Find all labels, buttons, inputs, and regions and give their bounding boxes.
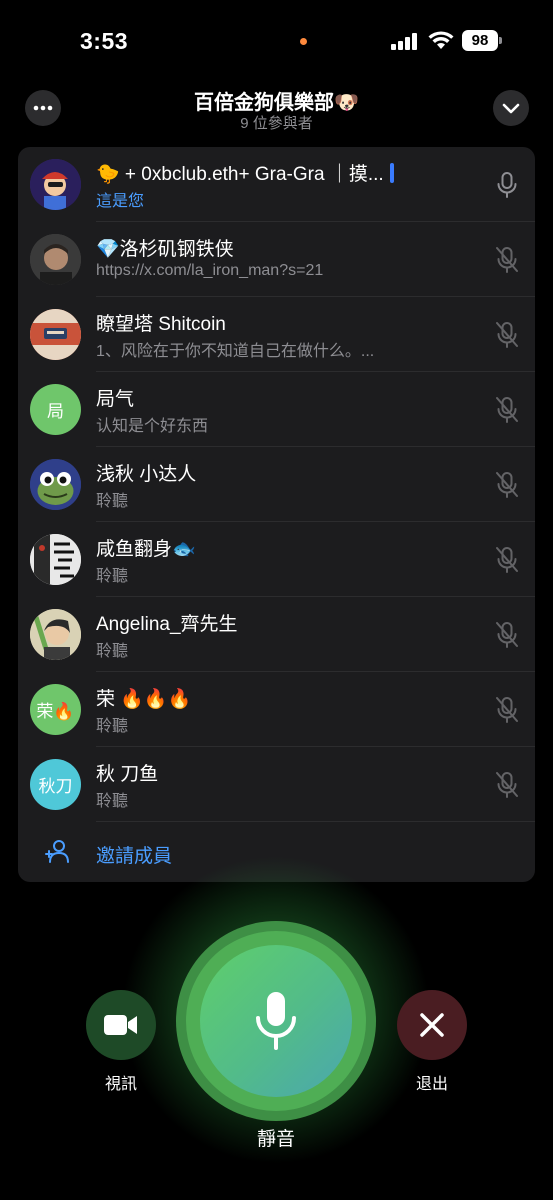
close-icon — [420, 1013, 444, 1037]
avatar-image-icon — [30, 234, 81, 285]
participants-panel: 🐤 + 0xbclub.eth+ Gra-Gra ｜摸... 這是您 💎洛杉矶钢… — [18, 147, 535, 882]
participant-name: 局气 — [96, 389, 135, 410]
avatar-initials: 荣🔥 — [36, 702, 75, 721]
microphone-muted-icon[interactable] — [494, 396, 520, 424]
avatar — [30, 609, 81, 660]
participant-name: 荣 🔥🔥🔥 — [96, 689, 192, 710]
video-camera-icon — [104, 1015, 137, 1035]
participant-status: 聆聽 — [96, 568, 129, 585]
participant-row[interactable]: 🐤 + 0xbclub.eth+ Gra-Gra ｜摸... 這是您 — [18, 147, 535, 222]
participant-row[interactable]: Angelina_齊先生 聆聽 — [18, 597, 535, 672]
participant-status: 這是您 — [96, 193, 145, 210]
avatar — [30, 159, 81, 210]
group-title: 百倍金狗俱樂部🐶 — [194, 92, 359, 114]
participant-row[interactable]: 💎洛杉矶钢铁侠 https://x.com/la_iron_man?s=21 — [18, 222, 535, 297]
participant-name: 秋 刀鱼 — [96, 764, 159, 785]
microphone-icon — [256, 992, 296, 1050]
participant-row[interactable]: 瞭望塔 Shitcoin 1、风险在于你不知道自己在做什么。... — [18, 297, 535, 372]
participant-name: 瞭望塔 Shitcoin — [96, 314, 226, 335]
participant-row[interactable]: 秋刀 秋 刀鱼 聆聽 — [18, 747, 535, 822]
leave-label: 退出 — [415, 1076, 448, 1093]
participant-status: 聆聽 — [96, 493, 129, 510]
participant-name: 🐤 + 0xbclub.eth+ Gra-Gra ｜摸... — [96, 159, 394, 186]
participant-status: 认知是个好东西 — [96, 418, 209, 435]
avatar — [30, 309, 81, 360]
mute-button[interactable] — [200, 945, 352, 1097]
collapse-button[interactable] — [493, 90, 529, 126]
recording-indicator — [300, 38, 307, 45]
participant-status: 聆聽 — [96, 718, 129, 735]
status-bar: 3:53 98 — [0, 0, 553, 80]
call-header: 百倍金狗俱樂部🐶 9 位參與者 — [0, 82, 553, 138]
microphone-muted-icon[interactable] — [494, 546, 520, 574]
video-label: 視訊 — [104, 1076, 137, 1093]
avatar — [30, 459, 81, 510]
cellular-signal-icon — [391, 32, 419, 50]
avatar: 荣🔥 — [30, 684, 81, 735]
participant-name: 咸鱼翻身🐟 — [96, 539, 196, 560]
participant-name: 💎洛杉矶钢铁侠 — [96, 239, 234, 260]
avatar — [30, 534, 81, 585]
microphone-muted-icon[interactable] — [494, 771, 520, 799]
avatar-image-icon — [30, 534, 81, 585]
chevron-down-icon — [502, 103, 520, 113]
participant-count: 9 位參與者 — [240, 115, 313, 132]
microphone-icon[interactable] — [494, 171, 520, 199]
participant-row[interactable]: 浅秋 小达人 聆聽 — [18, 447, 535, 522]
microphone-muted-icon[interactable] — [494, 246, 520, 274]
microphone-muted-icon[interactable] — [494, 696, 520, 724]
avatar-image-icon — [30, 609, 81, 660]
avatar-image-icon — [30, 309, 81, 360]
avatar-image-icon — [30, 459, 81, 510]
participant-row[interactable]: 咸鱼翻身🐟 聆聽 — [18, 522, 535, 597]
battery-level: 98 — [462, 30, 498, 51]
avatar-initials: 局 — [47, 402, 64, 421]
mute-label: 靜音 — [256, 1129, 295, 1150]
battery-icon: 98 — [462, 30, 502, 51]
microphone-muted-icon[interactable] — [494, 471, 520, 499]
status-time: 3:53 — [80, 28, 129, 54]
microphone-muted-icon[interactable] — [494, 621, 520, 649]
microphone-muted-icon[interactable] — [494, 321, 520, 349]
avatar: 秋刀 — [30, 759, 81, 810]
add-person-icon — [45, 840, 69, 863]
video-button[interactable] — [86, 990, 156, 1060]
participant-name: 浅秋 小达人 — [96, 464, 197, 485]
participant-row[interactable]: 荣🔥 荣 🔥🔥🔥 聆聽 — [18, 672, 535, 747]
participant-row[interactable]: 局 局气 认知是个好东西 — [18, 372, 535, 447]
avatar — [30, 234, 81, 285]
speaking-indicator — [389, 163, 394, 183]
invite-members-label: 邀請成員 — [96, 846, 173, 867]
participant-status: 聆聽 — [96, 643, 129, 660]
leave-button[interactable] — [397, 990, 467, 1060]
avatar: 局 — [30, 384, 81, 435]
participant-status: https://x.com/la_iron_man?s=21 — [96, 262, 324, 279]
avatar-image-icon — [30, 159, 81, 210]
participant-status: 1、风险在于你不知道自己在做什么。... — [96, 343, 375, 360]
wifi-icon — [428, 31, 454, 49]
avatar-initials: 秋刀 — [38, 777, 73, 796]
participant-status: 聆聽 — [96, 793, 129, 810]
participant-name: Angelina_齊先生 — [96, 614, 238, 635]
